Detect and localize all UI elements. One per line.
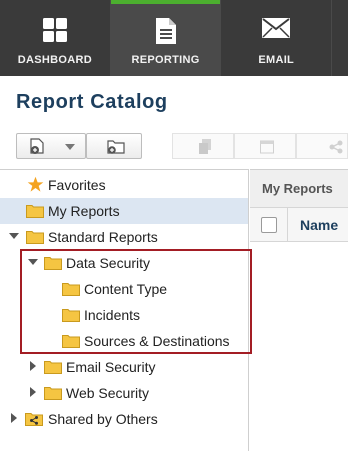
tree-label-my-reports: My Reports [48,203,120,219]
tree-item-favorites[interactable]: Favorites [0,172,248,198]
nav-reporting[interactable]: REPORTING [110,0,222,76]
highlight-box [20,249,252,354]
reports-pane: My Reports Name [250,169,348,451]
folder-icon [26,205,44,218]
new-report-button[interactable] [16,133,86,159]
pane-header: My Reports [250,170,348,208]
share-icon [329,140,343,159]
nav-dashboard-label: DASHBOARD [17,54,92,66]
tree-item-standard-reports[interactable]: Standard Reports [0,224,248,250]
expand-arrow-icon[interactable] [11,413,17,423]
dashboard-grid-icon [42,18,67,47]
schedule-calendar-icon [260,139,274,159]
page-title: Report Catalog [16,91,168,113]
tree-label-web-security: Web Security [66,385,149,401]
expand-arrow-icon[interactable] [30,361,36,371]
collapse-arrow-icon[interactable] [9,233,19,239]
expand-arrow-icon[interactable] [30,387,36,397]
folder-icon [44,361,62,374]
new-report-icon [30,138,46,160]
envelope-icon [262,18,291,43]
tree-item-shared-by-others[interactable]: Shared by Others [0,406,248,432]
shared-folder-icon [25,412,43,429]
nav-reporting-label: REPORTING [131,54,200,66]
new-folder-icon [107,139,125,159]
column-divider [287,208,288,242]
pane-title: My Reports [262,181,333,196]
folder-icon [44,387,62,400]
tree-label-shared-by-others: Shared by Others [48,411,158,427]
nav-email-label: EMAIL [258,54,295,66]
share-button[interactable] [296,133,348,159]
nav-dashboard[interactable]: DASHBOARD [0,0,111,76]
tree-label-favorites: Favorites [48,177,106,193]
tree-label-email-security: Email Security [66,359,156,375]
tree-label-standard-reports: Standard Reports [48,229,158,245]
tree-item-web-security[interactable]: Web Security [0,380,248,406]
table-header: Name [250,208,348,242]
star-icon [27,176,44,196]
nav-more[interactable] [332,0,348,76]
top-nav: DASHBOARD REPORTING EMAIL [0,0,348,76]
select-all-checkbox[interactable] [261,217,277,233]
schedule-button[interactable] [234,133,296,159]
column-header-name[interactable]: Name [300,217,338,233]
folder-icon [26,231,44,244]
new-folder-button[interactable] [86,133,142,159]
nav-email[interactable]: EMAIL [221,0,333,76]
copy-icon [199,139,211,159]
tree-item-email-security[interactable]: Email Security [0,354,248,380]
report-document-icon [155,18,176,49]
tree-item-my-reports[interactable]: My Reports [0,198,248,224]
copy-button[interactable] [172,133,234,159]
dropdown-caret-icon[interactable] [65,144,75,150]
